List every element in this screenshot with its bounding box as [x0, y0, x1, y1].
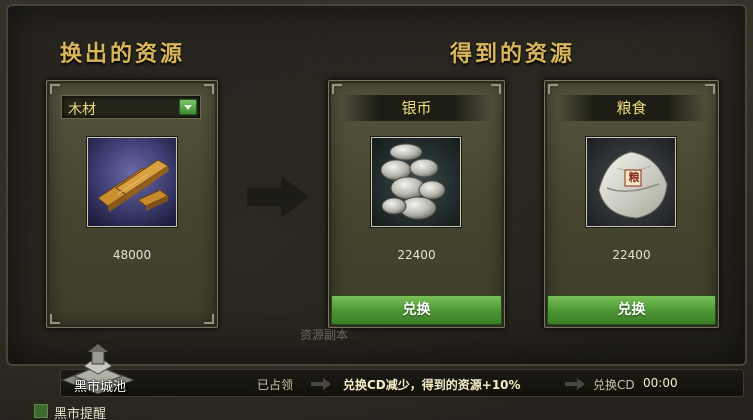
grain-sack-stamp: 粮	[628, 171, 640, 184]
background-map-label: 资源副本	[300, 328, 349, 342]
arrow-right-icon	[247, 176, 309, 218]
city-name: 黑市城池	[74, 380, 127, 395]
reminder-checkbox[interactable]	[34, 404, 48, 418]
give-amount: 48000	[112, 248, 152, 262]
panel-corner-ornament	[204, 314, 214, 324]
benefit-text: 兑换CD减少，得到的资源+10%	[343, 378, 521, 392]
silver-amount: 22400	[397, 248, 436, 262]
grain-title: 粮食	[557, 95, 706, 121]
give-resource-panel: 木材 48000	[46, 80, 218, 328]
reminder-label: 黑市提醒	[54, 407, 107, 420]
grain-receive-panel: 粮食 粮 22400 兑换	[544, 80, 719, 328]
panel-corner-ornament	[705, 84, 715, 94]
panel-corner-ornament	[204, 84, 214, 94]
silver-coins-icon	[371, 137, 461, 227]
panel-corner-ornament	[50, 314, 60, 324]
silver-title: 银币	[341, 95, 492, 121]
wood-planks-icon	[87, 137, 177, 227]
chevron-down-icon[interactable]	[179, 99, 197, 115]
panel-corner-ornament	[332, 84, 342, 94]
resource-select-dropdown[interactable]: 木材	[61, 95, 201, 119]
silver-receive-panel: 银币 22400 兑换	[328, 80, 505, 328]
exchange-grain-button[interactable]: 兑换	[547, 295, 716, 325]
black-market-status-bar: 已占领 兑换CD减少，得到的资源+10% 兑换CD 00:00	[60, 369, 744, 397]
cd-timer: 00:00	[643, 376, 678, 390]
cd-label: 兑换CD	[593, 378, 635, 392]
panel-corner-ornament	[50, 84, 60, 94]
grain-sack-icon: 粮	[586, 137, 676, 227]
get-resource-heading: 得到的资源	[450, 42, 576, 67]
panel-corner-ornament	[548, 84, 558, 94]
occupied-label: 已占领	[257, 378, 294, 392]
give-resource-heading: 换出的资源	[60, 42, 186, 67]
arrow-right-icon	[565, 378, 585, 390]
grain-amount: 22400	[612, 248, 651, 262]
selected-resource-value: 木材	[68, 102, 96, 118]
arrow-right-icon	[311, 378, 331, 390]
exchange-silver-button[interactable]: 兑换	[331, 295, 502, 325]
panel-corner-ornament	[491, 84, 501, 94]
